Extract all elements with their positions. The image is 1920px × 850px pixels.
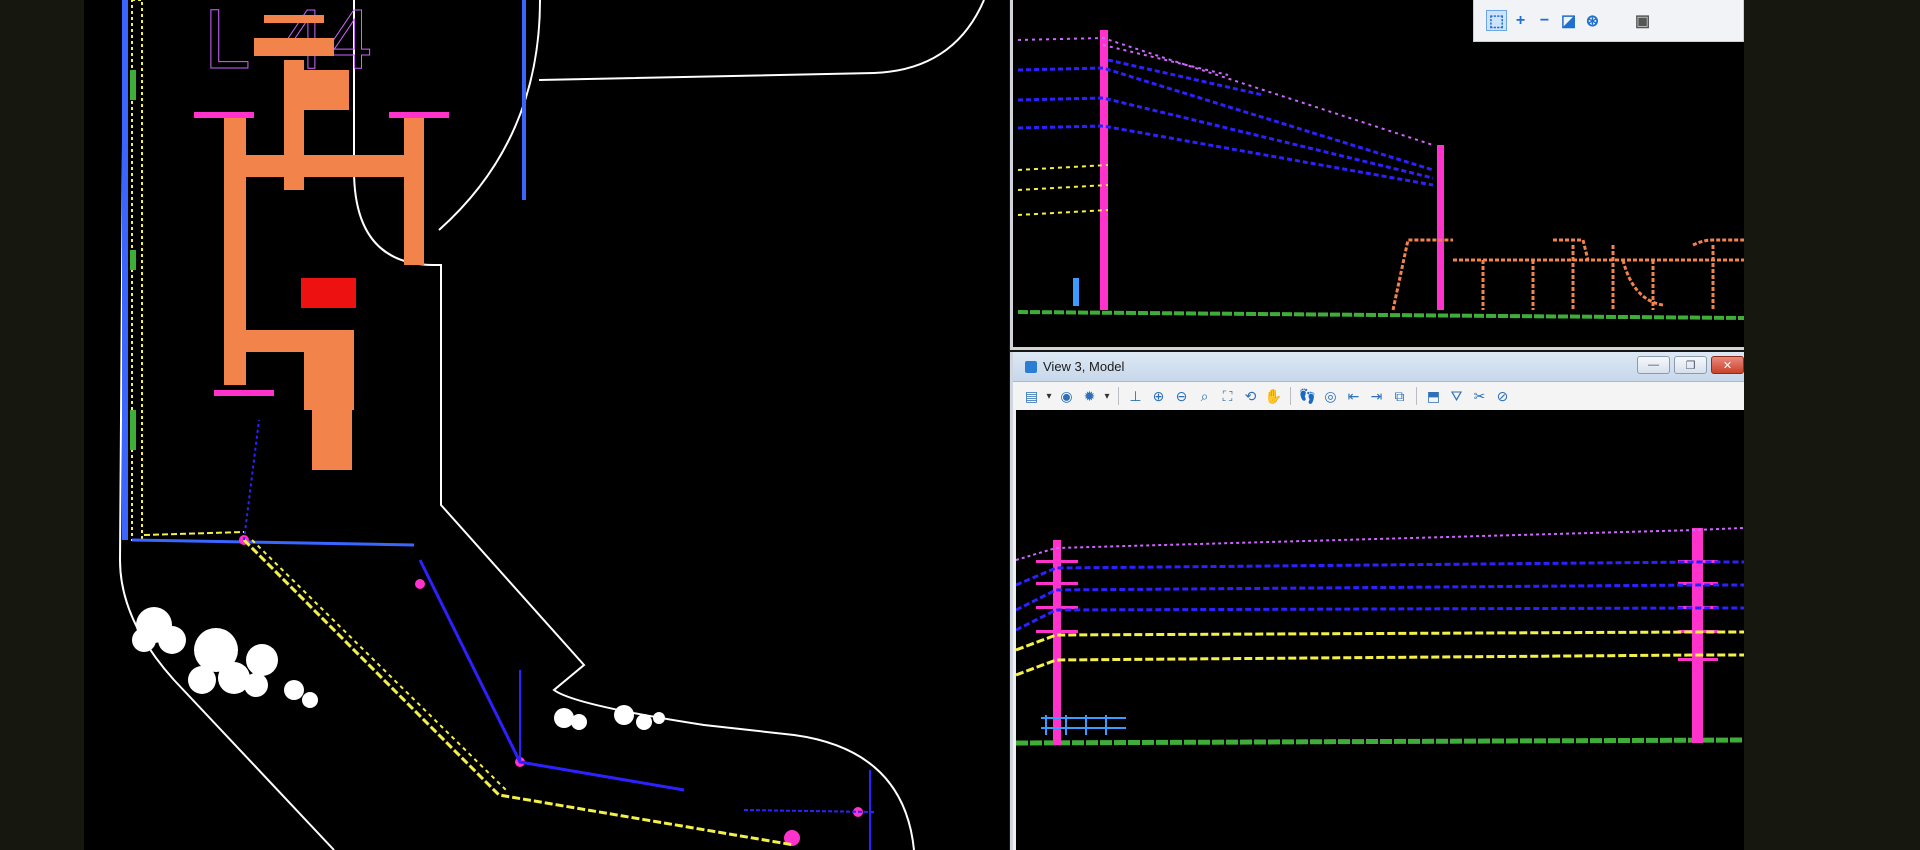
subtract-icon[interactable]: − [1534, 10, 1555, 31]
ground-line [1017, 310, 1744, 320]
vegetation-blobs [132, 607, 665, 730]
invert-icon[interactable]: ◪ [1558, 10, 1579, 31]
point-cloud-profile-bottom [1016, 527, 1744, 746]
red-object [301, 278, 356, 308]
chevron-down-icon[interactable]: ▾ [1102, 386, 1112, 407]
toggle-clip-icon[interactable]: ⊘ [1492, 386, 1513, 407]
add-icon[interactable]: + [1510, 10, 1531, 31]
profile-view-top[interactable] [1010, 0, 1744, 350]
yellow-wires-bottom [1016, 630, 1744, 677]
blue-wires-bottom [1016, 560, 1744, 632]
window-controls: — ❐ ✕ [1637, 356, 1744, 374]
curb-strip-green-3 [130, 410, 136, 450]
clip-volume-icon[interactable]: ⛛ [1446, 386, 1467, 407]
curb-strip-green-2 [130, 250, 136, 270]
brush-icon[interactable]: ⊥ [1125, 386, 1146, 407]
rotate-view-icon[interactable]: ⟲ [1240, 386, 1261, 407]
curb-strip-blue [122, 0, 128, 540]
clip-mask-icon[interactable]: ✂ [1469, 386, 1490, 407]
curb-strip-green [130, 70, 136, 100]
magenta-wires-bottom [1016, 527, 1744, 561]
point-cloud-profile-top [1017, 30, 1744, 320]
view-previous-icon[interactable]: ⇤ [1343, 386, 1364, 407]
selection-toolbar: ⬚ + − ◪ ⊛ ▣ [1473, 0, 1744, 42]
fit-view-icon[interactable]: ⛶ [1217, 386, 1238, 407]
pole-right [1437, 145, 1444, 310]
pole-markers [194, 112, 863, 846]
close-button[interactable]: ✕ [1711, 356, 1744, 374]
toolbar-separator [1290, 387, 1291, 405]
desktop-margin [1744, 0, 1920, 850]
display-style-icon[interactable]: ◉ [1056, 386, 1077, 407]
blue-wire-h [131, 538, 415, 547]
yellow-wires [1017, 164, 1109, 216]
selection-mode-icon[interactable]: ▣ [1632, 10, 1653, 31]
yellow-wire-h [143, 531, 245, 536]
plan-view-canvas[interactable]: L-44 [84, 0, 1009, 850]
view3-title: View 3, Model [1043, 359, 1125, 374]
view3-window: View 3, Model — ❐ ✕ ▤ ▾ ◉ ✹ ▾ ⊥ ⊕ ⊖ ⌕ ⛶ ⟲ ✋ 👣 ◎ ⇤ ⇥ ⧉ ⬒ ⛛ ✂… [1010, 352, 1744, 850]
lighting-icon[interactable]: ✹ [1079, 386, 1100, 407]
pole-left [1100, 30, 1108, 310]
view3-toolbar: ▤ ▾ ◉ ✹ ▾ ⊥ ⊕ ⊖ ⌕ ⛶ ⟲ ✋ 👣 ◎ ⇤ ⇥ ⧉ ⬒ ⛛ ✂ ⊘ [1013, 382, 1744, 410]
blue-marker [1073, 278, 1079, 306]
view3-canvas[interactable] [1016, 410, 1744, 850]
select-element-icon[interactable]: ⬚ [1486, 10, 1507, 31]
target-icon[interactable]: ⊛ [1582, 10, 1603, 31]
window-area-icon[interactable]: ⬒ [1423, 386, 1444, 407]
walk-icon[interactable]: 👣 [1297, 386, 1318, 407]
view3-titlebar[interactable]: View 3, Model — ❐ ✕ [1013, 352, 1744, 382]
view-next-icon[interactable]: ⇥ [1366, 386, 1387, 407]
substation-structure-profile [1391, 238, 1744, 311]
blue-wires [1017, 58, 1434, 187]
ground-line-bottom [1016, 737, 1744, 746]
chevron-down-icon[interactable]: ▾ [1044, 386, 1054, 407]
restore-button[interactable]: ❐ [1674, 356, 1707, 374]
point-cloud-plan: L-44 [118, 0, 985, 850]
pole-left-bottom [1053, 540, 1061, 745]
minimize-button[interactable]: — [1637, 356, 1670, 374]
zoom-out-icon[interactable]: ⊖ [1171, 386, 1192, 407]
curb-strip-right [522, 0, 526, 200]
toolbar-separator [1118, 387, 1119, 405]
blue-guy-wire [243, 419, 260, 541]
copy-view-icon[interactable]: ⧉ [1389, 386, 1410, 407]
toolbar-separator [1416, 387, 1417, 405]
view-attributes-icon[interactable]: ▤ [1021, 386, 1042, 407]
pan-view-icon[interactable]: ✋ [1263, 386, 1284, 407]
zoom-window-icon[interactable]: ⌕ [1194, 386, 1215, 407]
model-icon [1025, 360, 1037, 373]
yellow-wire-diag-2 [251, 539, 507, 791]
road-boundary-center [353, 0, 915, 850]
camera-icon[interactable]: ◎ [1320, 386, 1341, 407]
zoom-in-icon[interactable]: ⊕ [1148, 386, 1169, 407]
road-boundary-top [538, 0, 985, 81]
